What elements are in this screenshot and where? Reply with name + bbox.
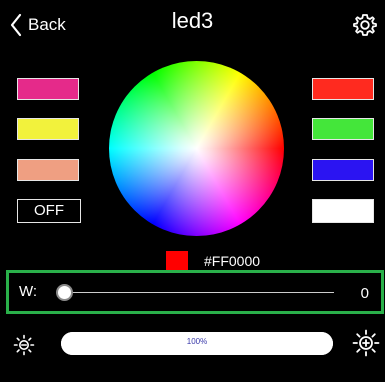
page-title: led3	[171, 8, 214, 33]
gear-icon	[353, 14, 377, 36]
white-channel-track[interactable]	[64, 292, 334, 293]
color-wheel[interactable]	[109, 61, 284, 236]
preset-salmon-swatch[interactable]	[17, 159, 79, 181]
preset-yellow-swatch[interactable]	[17, 118, 79, 140]
preset-white-swatch[interactable]	[312, 199, 374, 223]
sun-dim-icon	[13, 334, 35, 356]
white-channel-value: 0	[360, 285, 369, 302]
off-button[interactable]: OFF	[17, 199, 81, 223]
settings-button[interactable]	[352, 12, 378, 38]
brightness-value: 100%	[186, 337, 208, 346]
preset-red-swatch[interactable]	[312, 78, 374, 100]
brightness-down-button[interactable]	[13, 334, 35, 356]
brightness-up-button[interactable]	[352, 329, 380, 357]
brightness-slider[interactable]: 100%	[61, 332, 333, 355]
sun-plus-icon	[352, 329, 380, 357]
preset-blue-swatch[interactable]	[312, 159, 374, 181]
white-channel-thumb[interactable]	[56, 284, 73, 301]
current-color-swatch	[166, 251, 188, 271]
header-bar: Back led3	[0, 0, 385, 50]
preset-green-swatch[interactable]	[312, 118, 374, 140]
white-channel-label: W:	[19, 283, 38, 300]
white-channel-row: W: 0	[6, 270, 384, 314]
preset-magenta-swatch[interactable]	[17, 78, 79, 100]
current-color-hex: #FF0000	[204, 253, 261, 269]
